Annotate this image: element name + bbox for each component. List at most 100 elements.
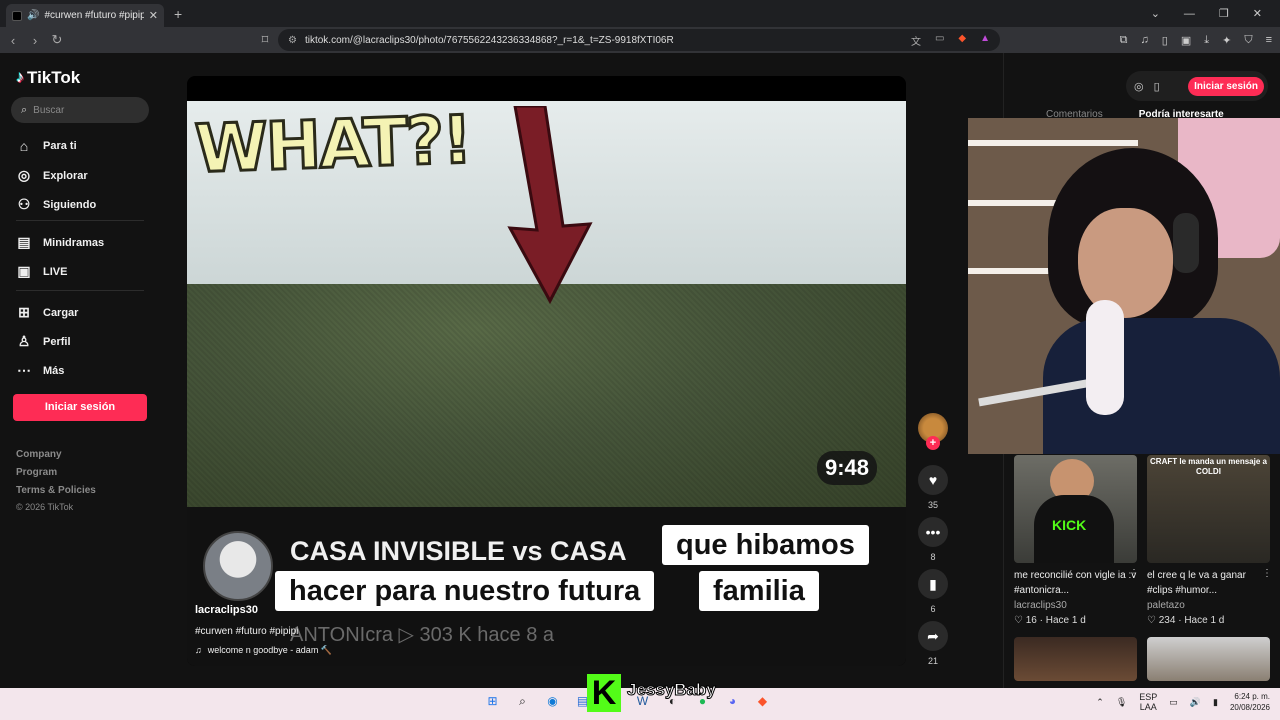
sidebar-item-label: Para ti [43,140,77,152]
sidebar-item-label: Más [43,364,65,377]
browser-tabbar: 🔊 #curwen #futuro #pipipi | pipi ✕ + ⌄ —… [0,0,1280,27]
lang-code: ESP [1139,692,1158,702]
browser-tab[interactable]: 🔊 #curwen #futuro #pipipi | pipi ✕ [6,4,164,27]
footer-link-company[interactable]: Company [16,449,62,460]
new-tab-button[interactable]: + [174,6,182,22]
network-icon[interactable]: ▭ [1169,697,1178,708]
menu-icon[interactable]: ≡ [1266,34,1272,46]
sidebar-item-cargar[interactable]: ⊞ Cargar [16,304,78,321]
caption-line-2b: familia [699,571,819,611]
clock-time: 6:24 p. m. [1234,692,1270,701]
volume-icon[interactable]: 🔊 [1190,697,1201,708]
forward-button[interactable]: › [24,33,46,48]
tiktok-favicon-icon [12,10,22,21]
header-login-button[interactable]: Iniciar sesión [1188,76,1264,96]
mic-tray-icon[interactable]: 🎙 [1116,697,1127,708]
search-placeholder: Buscar [33,104,65,116]
wallet-icon[interactable]: ▣ [1181,34,1191,47]
phone-icon[interactable]: ▯ [1154,80,1160,93]
like-button[interactable]: ♥ [918,465,948,495]
sidebar-item-para-ti[interactable]: ⌂ Para ti [16,138,77,154]
brave-shields-icon[interactable]: ◆ [958,33,966,48]
minidramas-icon: ▤ [17,234,31,250]
save-button[interactable]: ▮ [918,569,948,599]
minimize-button[interactable]: — [1184,8,1195,20]
reload-button[interactable]: ↻ [46,32,68,48]
compass-small-icon[interactable]: ◎ [1134,80,1144,93]
post-hashtags[interactable]: #curwen #futuro #pipipi [195,626,298,637]
site-info-icon[interactable]: ⚙ [288,35,297,46]
maximize-button[interactable]: ❐ [1219,7,1229,20]
tab-search-icon[interactable]: ⌄ [1151,7,1160,20]
card-author[interactable]: lacraclips30 [1014,600,1067,611]
footer-link-program[interactable]: Program [16,467,57,478]
search-input[interactable]: ⌕ Buscar [11,97,149,123]
battery-icon[interactable]: ▮ [1213,697,1218,708]
live-icon: ▣ [17,263,31,279]
tray-chevron-icon[interactable]: ⌃ [1096,697,1104,708]
sidebar-item-siguiendo[interactable]: ⚇ Siguiendo [16,196,96,213]
clock[interactable]: 6:24 p. m. 20/08/2026 [1230,691,1270,713]
window-controls: ⌄ — ❐ ✕ [1151,0,1280,27]
card-title[interactable]: me reconcilié con vigle ia :v #antonicra… [1014,568,1137,598]
post-author[interactable]: lacraclips30 [195,604,258,616]
card-meta: ♡ 16 · Hace 1 d [1014,615,1086,626]
ai-icon[interactable]: ✦ [1222,34,1231,47]
comment-button[interactable]: ••• [918,517,948,547]
post-music[interactable]: ♫ welcome n goodbye - adam 🔨 [195,645,332,656]
streamer-name: JessyBaby [627,680,717,700]
suggested-video-thumbnail[interactable] [1147,637,1270,681]
cast-icon[interactable]: ▭ [935,33,944,48]
logo-text: TikTok [27,68,81,87]
card-more-icon[interactable]: ⋮ [1262,568,1272,579]
omnibox-actions: 文 ▭ ◆ ▲ [911,33,990,48]
sidebar-item-label: Cargar [43,306,79,319]
close-tab-icon[interactable]: ✕ [149,9,158,22]
address-bar[interactable]: ⚙ tiktok.com/@lacraclips30/photo/7675562… [278,29,1000,51]
search-icon: ⌕ [21,103,28,116]
language-indicator[interactable]: ESP LAA [1139,692,1157,712]
back-button[interactable]: ‹ [2,33,24,48]
close-window-button[interactable]: ✕ [1253,7,1262,20]
discord-icon[interactable]: ◕ [724,693,741,710]
brave-rewards-icon[interactable]: ▲ [980,33,990,48]
tab-title: #curwen #futuro #pipipi | pipi [44,10,144,21]
speaker-icon: 🔊 [27,10,40,21]
share-button[interactable]: ➦ [918,621,948,651]
extensions-icon[interactable]: ⧉ [1120,34,1128,47]
compass-icon: ◎ [17,167,31,183]
sidebar-item-perfil[interactable]: ♙ Perfil [16,333,71,350]
card-thumbnail[interactable]: KICK [1014,455,1137,563]
sidebar-divider [16,220,144,221]
bookmark-icon[interactable]: ⌑ [254,32,276,48]
taskbar-search-icon[interactable]: ⌕ [514,693,531,710]
follow-plus-icon[interactable]: + [926,436,940,450]
vpn-icon[interactable]: ⛉ [1244,34,1252,47]
brave-icon[interactable]: ◆ [754,693,771,710]
sidebar-item-mas[interactable]: ⋯ Más [16,362,64,379]
sidebar-item-minidramas[interactable]: ▤ Minidramas [16,234,104,251]
sidebar-item-label: Perfil [43,335,71,348]
music-icon[interactable]: ♫ [1141,34,1149,46]
suggested-video-thumbnail[interactable] [1014,637,1137,681]
url-text[interactable]: tiktok.com/@lacraclips30/photo/767556224… [305,35,674,46]
footer-link-terms[interactable]: Terms & Policies [16,485,96,496]
following-icon: ⚇ [17,196,31,212]
sidebar-item-explorar[interactable]: ◎ Explorar [16,167,88,184]
windows-start-icon[interactable]: ⊞ [484,693,501,710]
translate-icon[interactable]: 文 [911,33,921,48]
card-more-icon[interactable]: ⋮ [1129,568,1139,579]
edge-icon[interactable]: ◉ [544,693,561,710]
sidebar-icon[interactable]: ▯ [1162,34,1168,47]
card-author[interactable]: paletazo [1147,600,1185,611]
video-player[interactable]: WHAT?! 9:48 CASA INVISIBLE vs CASA ANTON… [187,76,906,666]
login-button[interactable]: Iniciar sesión [13,394,147,421]
card-thumbnail[interactable]: CRAFT le manda un mensaje a COLDI [1147,455,1270,563]
headset-icon [1173,213,1199,273]
sidebar-item-live[interactable]: ▣ LIVE [16,263,67,280]
card-meta: ♡ 234 · Hace 1 d [1147,615,1225,626]
card-title[interactable]: el cree q le va a ganar #clips #humor... [1147,568,1270,598]
upload-icon: ⊞ [18,304,30,320]
tiktok-logo[interactable]: ♪ TikTok [16,68,80,88]
download-icon[interactable]: ⤓ [1204,34,1209,47]
